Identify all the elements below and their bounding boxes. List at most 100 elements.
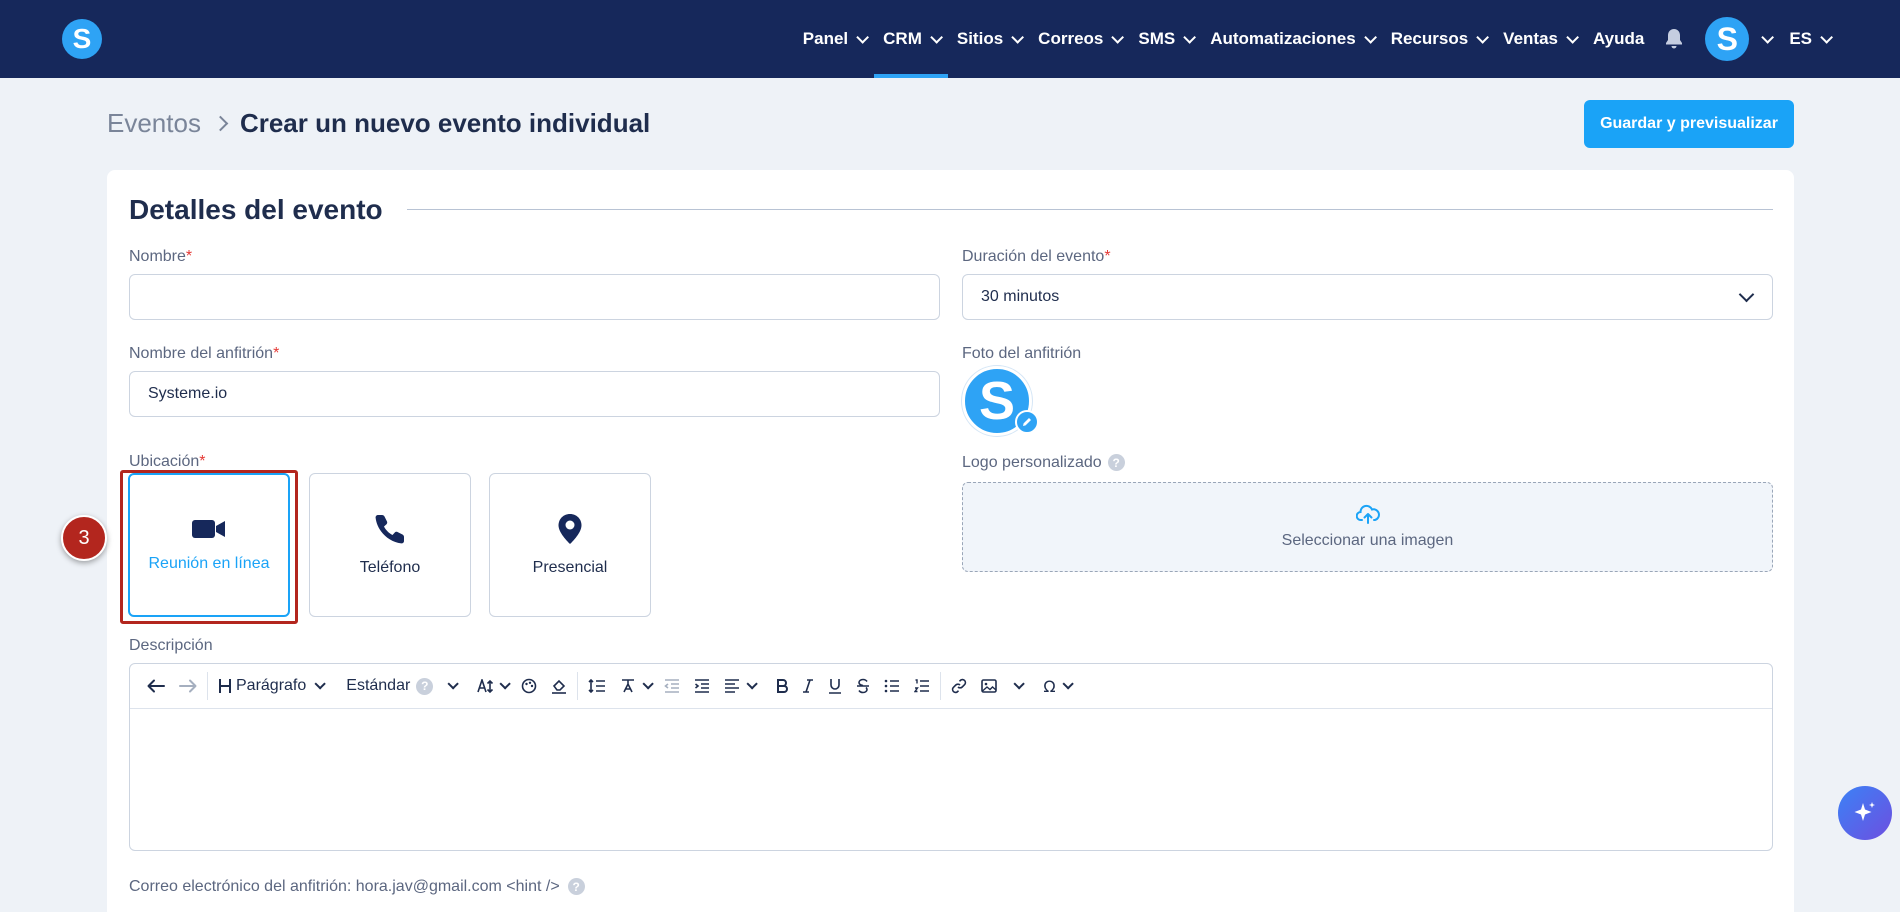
duration-label: Duración del evento*	[962, 248, 1111, 266]
required-marker: *	[273, 345, 280, 362]
chevron-down-icon	[499, 678, 512, 690]
editor-toolbar: Parágrafo Estándar ? Ω	[130, 664, 1772, 709]
chevron-down-icon	[1761, 30, 1775, 44]
nav-item-sms[interactable]: SMS	[1129, 0, 1201, 78]
logo[interactable]: S	[62, 19, 102, 59]
heading-icon	[219, 679, 231, 693]
italic-button[interactable]	[795, 664, 821, 709]
help-icon[interactable]: ?	[1107, 454, 1125, 472]
bullet-list-icon	[885, 679, 900, 693]
nav-item-label: Recursos	[1390, 29, 1469, 48]
chevron-down-icon	[1183, 30, 1197, 44]
help-icon: ?	[416, 677, 434, 695]
indent-icon	[695, 679, 710, 693]
bold-button[interactable]	[769, 664, 795, 709]
chevron-down-icon	[1476, 30, 1490, 44]
video-camera-icon	[192, 520, 225, 538]
map-pin-icon	[558, 514, 582, 544]
host-name-input[interactable]: Systeme.io	[129, 371, 940, 417]
strikethrough-icon	[857, 678, 870, 694]
name-label: Nombre*	[129, 248, 192, 266]
arrow-right-icon	[179, 679, 197, 693]
image-icon	[981, 679, 998, 693]
nav-item-automatizaciones[interactable]: Automatizaciones	[1201, 0, 1381, 78]
paragraph-style-label: Parágrafo	[236, 677, 307, 694]
nav-item-correos[interactable]: Correos	[1029, 0, 1129, 78]
underline-button[interactable]	[821, 664, 849, 709]
location-option-online-meeting[interactable]: Reunión en línea	[128, 473, 290, 617]
host-email-text: Correo electrónico del anfitrión: hora.j…	[129, 878, 560, 895]
toolbar-separator	[207, 672, 208, 700]
arrow-left-icon	[147, 679, 165, 693]
insert-image-button[interactable]	[974, 664, 1004, 709]
save-and-preview-button[interactable]: Guardar y previsualizar	[1584, 100, 1794, 148]
avatar: S	[1705, 17, 1750, 61]
required-marker: *	[199, 453, 206, 470]
ai-assistant-button[interactable]	[1838, 786, 1892, 840]
location-option-phone[interactable]: Teléfono	[309, 473, 471, 617]
account-menu[interactable]: S	[1695, 17, 1780, 61]
location-label-text: Ubicación	[129, 453, 200, 470]
outdent-button[interactable]	[657, 664, 687, 709]
breadcrumb-root-link[interactable]: Eventos	[107, 108, 201, 139]
text-color-button[interactable]	[514, 664, 544, 709]
bell-icon[interactable]	[1663, 28, 1685, 50]
duration-select[interactable]: 30 minutos	[962, 274, 1773, 320]
line-height-button[interactable]	[581, 664, 613, 709]
nav-item-label: Correos	[1038, 29, 1104, 48]
align-left-icon	[725, 679, 740, 693]
highlight-color-button[interactable]	[544, 664, 574, 709]
numbered-list-button[interactable]	[907, 664, 937, 709]
host-name-label-text: Nombre del anfitrión	[129, 345, 274, 362]
nav-item-panel[interactable]: Panel	[794, 0, 874, 78]
main-menu: Panel CRM Sitios Correos SMS Automatizac…	[794, 0, 1838, 78]
chevron-down-icon	[642, 678, 655, 690]
nav-item-ayuda[interactable]: Ayuda	[1584, 0, 1653, 78]
indent-button[interactable]	[687, 664, 717, 709]
text-style-dropdown[interactable]	[613, 664, 657, 709]
toolbar-separator	[940, 672, 942, 700]
breadcrumb: Eventos Crear un nuevo evento individual	[107, 108, 650, 139]
link-button[interactable]	[944, 664, 974, 709]
bullet-list-button[interactable]	[877, 664, 907, 709]
language-selector[interactable]: ES	[1780, 0, 1838, 78]
palette-icon	[522, 678, 537, 694]
nav-item-recursos[interactable]: Recursos	[1382, 0, 1494, 78]
special-characters-dropdown[interactable]: Ω	[1036, 664, 1076, 709]
align-dropdown[interactable]	[717, 664, 761, 709]
nav-item-ventas[interactable]: Ventas	[1494, 0, 1584, 78]
nav-item-crm[interactable]: CRM	[874, 0, 948, 78]
section-divider	[407, 209, 1773, 210]
link-icon	[952, 678, 967, 694]
host-name-label: Nombre del anfitrión*	[129, 345, 279, 363]
heading-dropdown[interactable]: Parágrafo	[211, 664, 329, 709]
redo-button[interactable]	[172, 664, 204, 709]
chevron-down-icon	[1111, 30, 1125, 44]
nav-item-label: Automatizaciones	[1210, 29, 1356, 48]
description-text-area[interactable]	[130, 709, 1772, 850]
duration-selected-value: 30 minutos	[981, 288, 1060, 305]
fill-bucket-icon	[552, 679, 567, 694]
font-size-dropdown[interactable]	[470, 664, 514, 709]
description-editor: Parágrafo Estándar ? Ω	[129, 663, 1773, 851]
undo-button[interactable]	[140, 664, 172, 709]
bold-icon	[777, 679, 789, 693]
duration-label-text: Duración del evento	[962, 248, 1105, 265]
font-dropdown[interactable]: Estándar ?	[339, 664, 462, 709]
chevron-down-icon	[1011, 30, 1025, 44]
chevron-down-icon	[1566, 30, 1579, 44]
upload-text: Seleccionar una imagen	[1281, 532, 1454, 549]
location-option-in-person[interactable]: Presencial	[489, 473, 651, 617]
name-input[interactable]	[129, 274, 940, 320]
line-height-icon	[588, 678, 606, 694]
location-option-label: Reunión en línea	[148, 555, 270, 572]
nav-item-sitios[interactable]: Sitios	[948, 0, 1029, 78]
help-icon[interactable]: ?	[567, 878, 585, 896]
omega-icon: Ω	[1043, 676, 1056, 696]
pencil-icon[interactable]	[1015, 410, 1039, 434]
chevron-down-icon	[1062, 678, 1074, 690]
strikethrough-button[interactable]	[849, 664, 877, 709]
insert-media-dropdown[interactable]	[1004, 664, 1028, 709]
location-label: Ubicación*	[129, 453, 206, 471]
image-upload-dropzone[interactable]: Seleccionar una imagen	[962, 482, 1773, 572]
